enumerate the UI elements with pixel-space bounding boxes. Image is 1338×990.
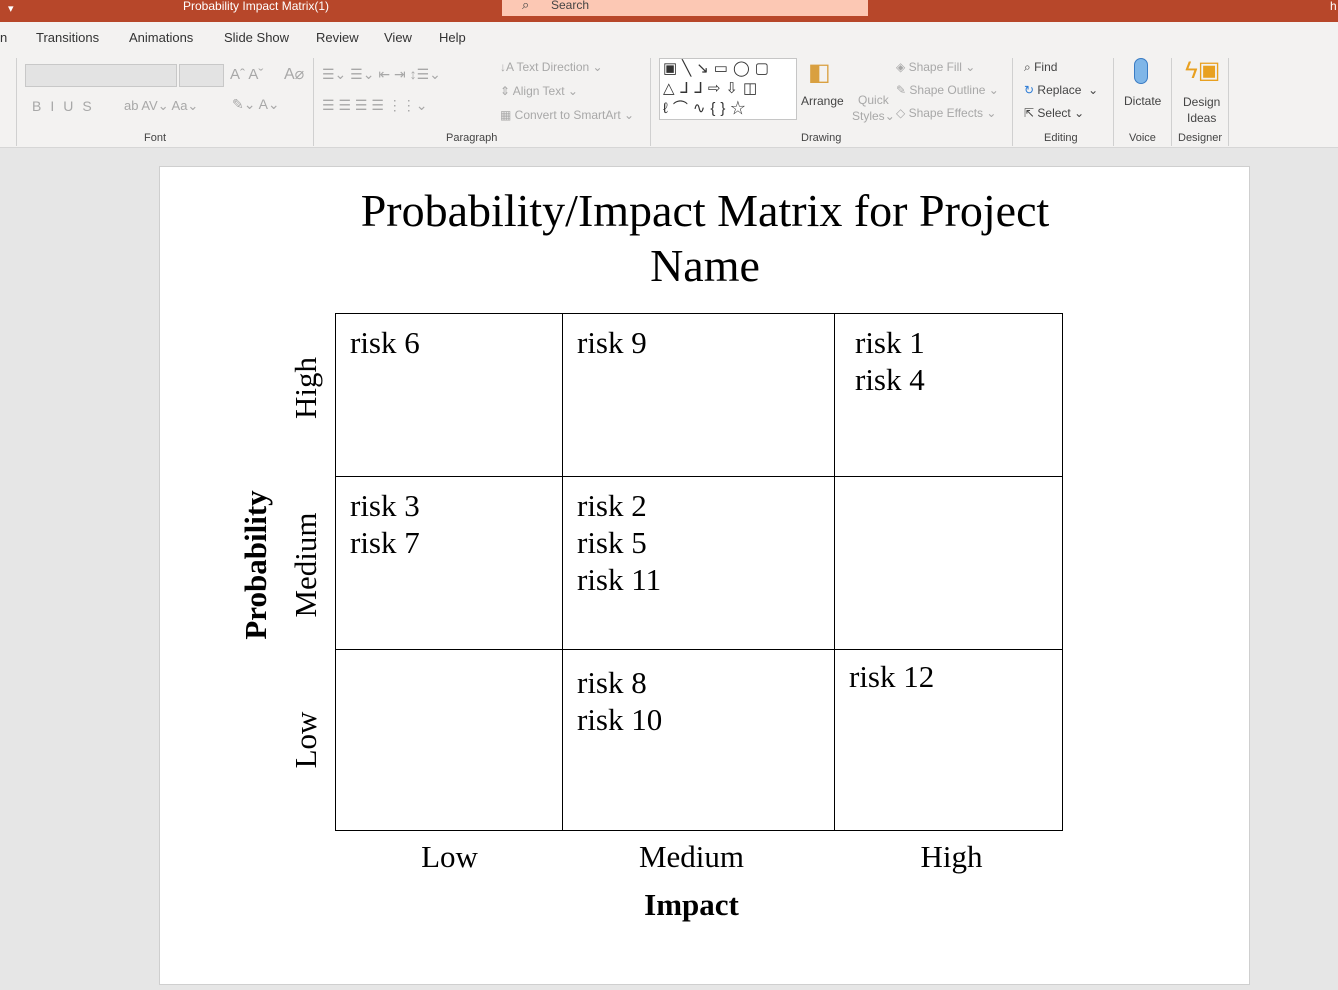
- cell-low-low[interactable]: [335, 649, 563, 831]
- select-button[interactable]: ⇱ Select ⌄: [1024, 106, 1084, 120]
- risk-matrix: risk 6 risk 9 risk 1 risk 4 risk 3 risk 7 …: [335, 313, 1063, 831]
- row-label-low: Low: [288, 711, 323, 769]
- find-icon: ⌕: [1024, 60, 1031, 74]
- y-axis-label: Probability: [238, 490, 273, 640]
- row-label-medium: Medium: [288, 512, 323, 618]
- replace-button[interactable]: ↻ Replace ⌄: [1024, 83, 1098, 97]
- cell-medium-high[interactable]: [834, 476, 1063, 650]
- cell-high-high[interactable]: risk 1 risk 4: [834, 313, 1063, 477]
- x-axis-label: Impact: [644, 887, 739, 922]
- drawing-group-label: Drawing: [801, 132, 842, 144]
- editing-group-label: Editing: [1044, 132, 1078, 144]
- user-initial[interactable]: h: [1330, 0, 1337, 13]
- cell-medium-low[interactable]: risk 3 risk 7: [335, 476, 563, 650]
- convert-smartart-button[interactable]: ▦ Convert to SmartArt ⌄: [500, 108, 634, 122]
- slide-title[interactable]: Probability/Impact Matrix for Project Na…: [360, 183, 1050, 293]
- quick-access-dropdown-icon[interactable]: ▾: [8, 2, 14, 15]
- tab-review[interactable]: Review: [316, 30, 359, 45]
- col-label-high: High: [920, 839, 983, 874]
- highlight-font-color-icons[interactable]: ✎⌄ A⌄: [232, 96, 280, 113]
- cell-low-medium[interactable]: risk 8 risk 10: [562, 649, 835, 831]
- design-ideas-button[interactable]: Design Ideas: [1183, 94, 1220, 126]
- cursor-icon: ⇱: [1024, 106, 1035, 120]
- slide[interactable]: Probability/Impact Matrix for Project Na…: [159, 166, 1250, 985]
- shape-fill-button[interactable]: ◈ Shape Fill ⌄: [896, 60, 975, 74]
- cell-low-high[interactable]: risk 12: [834, 649, 1063, 831]
- shape-effects-button[interactable]: ◇ Shape Effects ⌄: [896, 106, 996, 120]
- font-name-select[interactable]: [25, 64, 177, 87]
- clear-formatting-icon[interactable]: A⌀: [284, 64, 304, 84]
- replace-icon: ↻: [1024, 83, 1035, 97]
- col-label-low: Low: [421, 839, 478, 874]
- dictate-button[interactable]: Dictate: [1124, 94, 1161, 108]
- row-label-high: High: [288, 357, 323, 419]
- col-label-medium: Medium: [638, 839, 745, 874]
- microphone-icon: [1134, 58, 1148, 84]
- tab-design[interactable]: n: [0, 30, 7, 45]
- ribbon-tabs: n Transitions Animations Slide Show Revi…: [0, 22, 1338, 52]
- tab-slide-show[interactable]: Slide Show: [224, 30, 289, 45]
- cell-high-medium[interactable]: risk 9: [562, 313, 835, 477]
- quick-styles-button[interactable]: Quick Styles⌄: [852, 92, 895, 124]
- tab-animations[interactable]: Animations: [129, 30, 193, 45]
- font-size-increase-icon[interactable]: Aˆ Aˇ: [230, 66, 263, 83]
- document-title[interactable]: Probability Impact Matrix(1): [183, 0, 329, 13]
- tab-help[interactable]: Help: [439, 30, 466, 45]
- cell-high-low[interactable]: risk 6: [335, 313, 563, 477]
- tab-transitions[interactable]: Transitions: [36, 30, 99, 45]
- font-group-label: Font: [144, 132, 167, 144]
- voice-group-label: Voice: [1129, 132, 1156, 144]
- search-placeholder: Search: [551, 0, 590, 12]
- find-button[interactable]: ⌕ Find: [1024, 60, 1057, 75]
- search-icon: ⌕: [522, 0, 530, 12]
- arrange-icon: ◧: [808, 59, 831, 86]
- tab-view[interactable]: View: [384, 30, 412, 45]
- align-text-button[interactable]: ⇕ Align Text ⌄: [500, 84, 578, 98]
- designer-group-label: Designer: [1178, 132, 1223, 144]
- title-bar: ▾ Probability Impact Matrix(1) ⌕ Search …: [0, 0, 1338, 22]
- search-box[interactable]: ⌕ Search: [502, 0, 868, 16]
- paragraph-group-label: Paragraph: [446, 132, 498, 144]
- text-direction-button[interactable]: ↓A Text Direction ⌄: [500, 60, 603, 74]
- ribbon: Aˆ Aˇ A⌀ BIUS ab AV⌄ Aa⌄ ✎⌄ A⌄ Font ☰⌄ ☰…: [0, 52, 1338, 148]
- cell-medium-medium[interactable]: risk 2 risk 5 risk 11: [562, 476, 835, 650]
- strikethrough-spacing-case-icons[interactable]: ab AV⌄ Aa⌄: [124, 98, 198, 114]
- design-ideas-icon: ϟ▣: [1185, 57, 1221, 84]
- font-size-select[interactable]: [179, 64, 224, 87]
- list-indent-icons[interactable]: ☰⌄ ☰⌄ ⇤ ⇥ ↕☰⌄: [322, 66, 441, 83]
- font-style-buttons[interactable]: BIUS: [32, 98, 101, 114]
- arrange-button[interactable]: Arrange: [801, 94, 844, 108]
- shape-outline-button[interactable]: ✎ Shape Outline ⌄: [896, 83, 999, 97]
- shapes-gallery[interactable]: ▣╲↘▭◯▢ △ᒧᒧ⇨⇩◫ ℓ⌒∿{}☆: [659, 58, 797, 120]
- align-icons[interactable]: ☰ ☰ ☰ ☰ ⋮⋮⌄: [322, 97, 428, 114]
